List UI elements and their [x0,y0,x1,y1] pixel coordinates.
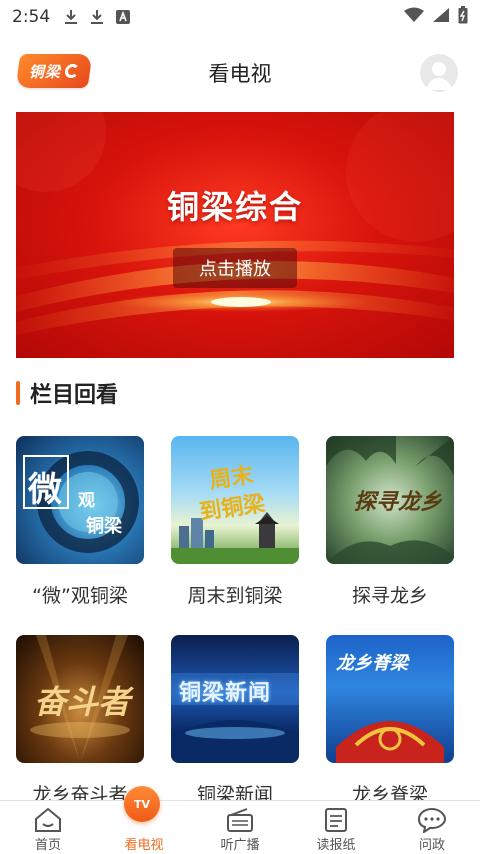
program-thumbnail: 铜梁新闻 [171,635,299,763]
live-channel-banner[interactable]: 铜梁综合 点击播放 [16,112,454,358]
program-card[interactable]: 周末 到铜梁 周末到铜梁 [171,436,299,608]
thumb-title: 铜梁新闻 [179,681,272,706]
program-label: “微”观铜梁 [32,585,128,607]
thumb-subtitle-2: 铜梁 [86,516,122,537]
download-icon [64,9,78,25]
program-card[interactable]: 微 观 铜梁 “微”观铜梁 [16,436,144,608]
tab-home[interactable]: 首页 [0,801,96,854]
thumb-subtitle: 观 [78,491,95,511]
section-header: 栏目回看 [16,378,118,408]
thumb-title: 龙乡脊梁 [336,653,408,674]
thumb-title: 奋斗者 [34,683,131,721]
wifi-icon [404,7,424,27]
program-card[interactable]: 龙乡脊梁 龙乡脊梁 [326,635,454,807]
thumb-title: 探寻龙乡 [354,490,443,515]
tab-inquiry[interactable]: 问政 [384,801,480,854]
play-button[interactable]: 点击播放 [173,248,297,288]
tab-label: 看电视 [124,838,164,853]
program-thumbnail: 探寻龙乡 [326,436,454,564]
bottom-tab-bar: 首页 看电视 听广播 读报纸 问政 [0,800,480,854]
app-notification-icon [116,10,131,24]
battery-icon [458,6,468,28]
radio-icon [225,807,255,833]
user-icon [426,62,452,90]
program-thumbnail: 奋斗者 [16,635,144,763]
status-time: 2:54 [12,7,51,27]
tab-label: 问政 [418,838,445,853]
user-avatar[interactable] [420,54,458,92]
program-thumbnail: 微 观 铜梁 [16,436,144,564]
chat-bubble-icon [417,807,447,833]
thumb-title: 微 [28,470,62,510]
banner-decoration [16,112,454,336]
newspaper-icon [321,807,351,833]
section-accent-bar [16,381,20,405]
status-bar: 2:54 [0,0,480,34]
tab-label: 听广播 [220,838,260,853]
screen: 2:54 铜梁 看电视 铜梁综合 点击播放 栏目回看 微 观 铜梁 “微”观铜梁… [0,0,480,854]
download-icon-2 [90,9,104,25]
tab-radio[interactable]: 听广播 [192,801,288,854]
program-label: 周末到铜梁 [187,585,283,607]
page-title: 看电视 [208,62,272,86]
app-header: 铜梁 看电视 [0,44,480,102]
program-thumbnail: 龙乡脊梁 [326,635,454,763]
program-card[interactable]: 探寻龙乡 探寻龙乡 [326,436,454,608]
program-label: 探寻龙乡 [351,585,428,607]
program-card[interactable]: 奋斗者 龙乡奋斗者 [16,635,144,807]
section-title: 栏目回看 [30,383,119,408]
tab-label: 首页 [34,838,61,853]
tv-icon[interactable]: TV [124,786,160,822]
tab-label: 读报纸 [316,838,356,853]
tab-newspaper[interactable]: 读报纸 [288,801,384,854]
home-icon [33,807,63,833]
program-card[interactable]: 铜梁新闻 铜梁新闻 [171,635,299,807]
signal-icon [432,7,450,27]
banner-title: 铜梁综合 [166,188,303,226]
program-thumbnail: 周末 到铜梁 [171,436,299,564]
